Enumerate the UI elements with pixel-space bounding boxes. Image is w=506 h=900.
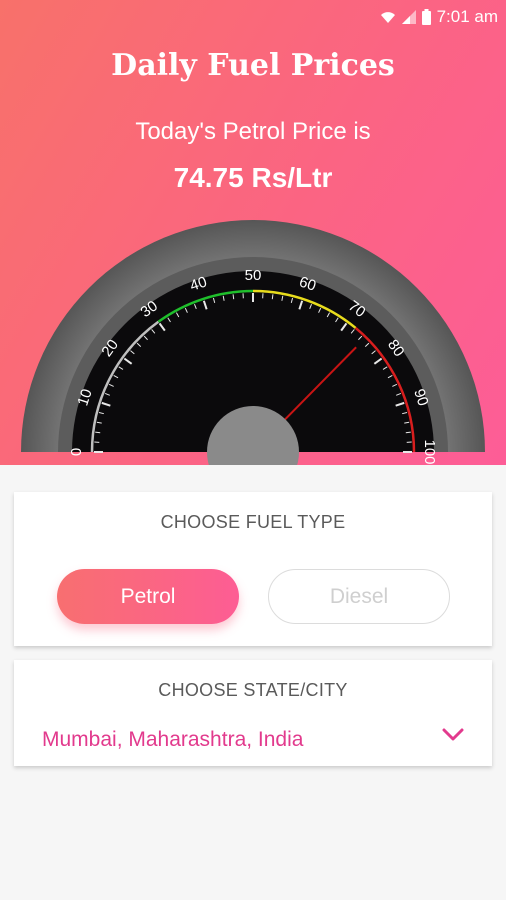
status-time: 7:01 am [436,7,498,26]
price-subtitle: Today's Petrol Price is [135,118,371,145]
city-card[interactable]: CHOOSE STATE/CITY Mumbai, Maharashtra, I… [14,660,492,766]
speedometer-gauge: 0 10 20 30 40 50 60 70 80 90 100 [0,220,506,465]
app-title: Daily Fuel Prices [111,48,395,83]
status-bar: 7:01 am [0,0,506,36]
gauge-minor-tick [271,294,274,300]
petrol-button[interactable]: Petrol [57,569,239,624]
price-value: 74.75 Rs/Ltr [173,162,333,193]
gauge-minor-tick [95,431,101,434]
battery-icon [421,9,431,25]
header-banner: 7:01 am Daily Fuel Prices Today's Petrol… [0,0,506,465]
fuel-type-title: CHOOSE FUEL TYPE [160,512,346,532]
gauge-minor-tick [232,294,235,300]
gauge-tick-label: 50 [245,267,262,284]
wifi-icon [380,12,395,23]
signal-icon [401,10,416,24]
city-card-title: CHOOSE STATE/CITY [158,680,348,700]
diesel-button[interactable]: Diesel [268,569,450,624]
gauge-minor-tick [405,431,411,434]
chevron-down-icon[interactable] [442,728,464,742]
fuel-type-card: CHOOSE FUEL TYPE Petrol Diesel [14,492,492,646]
gauge-tick-label: 0 [68,448,85,456]
gauge-tick-label: 100 [421,439,438,464]
selected-city[interactable]: Mumbai, Maharashtra, India [42,728,303,752]
